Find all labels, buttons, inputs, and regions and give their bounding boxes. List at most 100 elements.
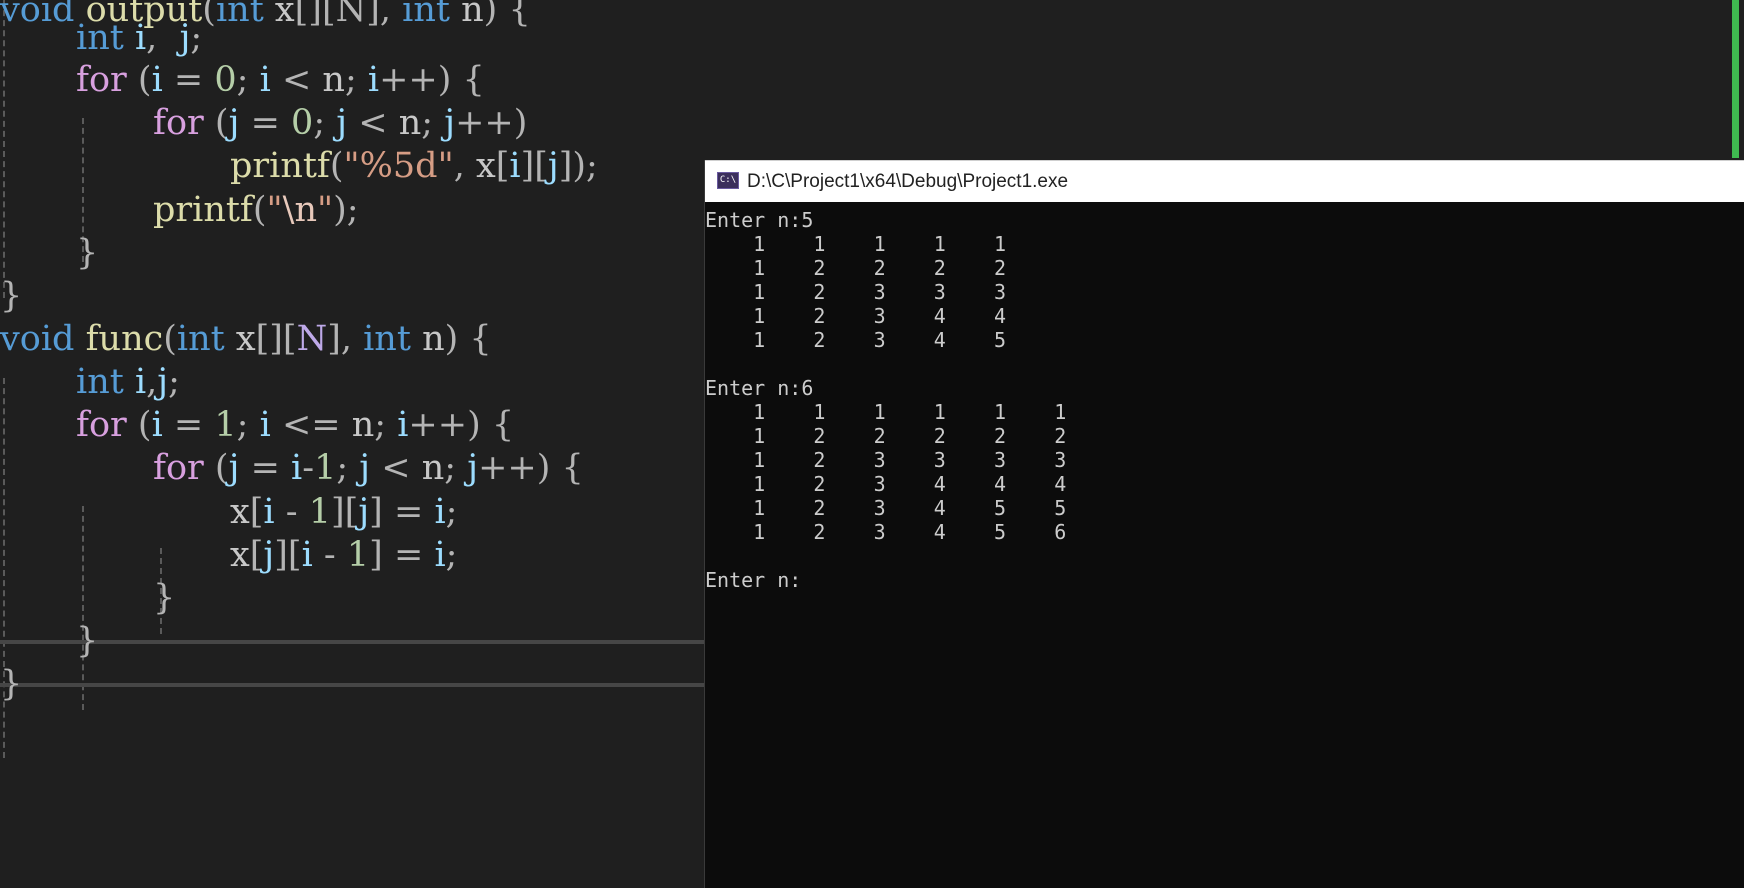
code-token: void — [0, 319, 75, 359]
code-token: ) — [444, 319, 459, 359]
code-token: i — [434, 492, 446, 532]
console-output-line: 1 2 3 3 3 — [705, 280, 1007, 304]
code-token: < — [281, 60, 312, 100]
code-token: int — [363, 319, 411, 359]
code-token: " — [317, 190, 334, 230]
console-output-line: Enter n: — [705, 568, 802, 592]
code-token: i — [434, 535, 446, 575]
code-line[interactable]: printf("%5d", x[i][j]); — [230, 142, 598, 190]
code-token: i — [134, 18, 147, 58]
code-token: int — [402, 0, 450, 30]
code-line[interactable]: for (j = i-1; j < n; j++) { — [153, 444, 584, 492]
code-line[interactable]: } — [0, 272, 22, 320]
code-token: i — [367, 60, 380, 100]
code-line[interactable]: } — [76, 229, 98, 277]
code-token: i — [509, 146, 521, 186]
code-token: j — [263, 535, 275, 575]
code-token: } — [0, 664, 23, 704]
code-line[interactable]: void func(int x[][N], int n) { — [0, 315, 492, 363]
code-token: = — [393, 535, 424, 575]
console-window-title: D:\C\Project1\x64\Debug\Project1.exe — [747, 171, 1069, 192]
code-token: [ — [249, 492, 264, 532]
code-token: ; — [336, 448, 349, 488]
code-token: N — [296, 319, 328, 359]
code-line[interactable]: } — [76, 617, 98, 665]
console-window[interactable]: C:\ D:\C\Project1\x64\Debug\Project1.exe… — [704, 160, 1744, 888]
code-token: 1 — [214, 405, 237, 445]
code-token: , — [146, 18, 158, 58]
code-token: - — [285, 492, 298, 532]
code-token: ; — [421, 103, 434, 143]
code-token: } — [0, 276, 23, 316]
console-output-line: 1 2 3 4 4 4 — [705, 472, 1067, 496]
code-token: ( — [329, 146, 344, 186]
code-line[interactable]: int i,j; — [76, 358, 180, 406]
code-token: i — [291, 448, 303, 488]
code-line[interactable]: x[j][i - 1] = i; — [230, 531, 457, 579]
console-output-line: 1 2 3 4 5 6 — [705, 520, 1067, 544]
code-token: j — [336, 103, 348, 143]
console-titlebar[interactable]: C:\ D:\C\Project1\x64\Debug\Project1.exe — [705, 160, 1744, 202]
console-output-line: Enter n:5 — [705, 208, 814, 232]
code-token: n — [322, 60, 345, 100]
code-line[interactable]: x[i - 1][j] = i; — [230, 488, 457, 536]
code-token: { — [469, 319, 492, 359]
code-token: [ — [249, 535, 264, 575]
code-token: { — [491, 405, 515, 445]
console-output-line: 1 1 1 1 1 1 — [705, 400, 1067, 424]
code-line[interactable]: int i, j; — [76, 14, 202, 62]
code-line[interactable]: for (i = 1; i <= n; i++) { — [76, 401, 514, 449]
code-token: i — [134, 362, 147, 402]
code-token: = — [250, 103, 280, 143]
code-line[interactable]: for (j = 0; j < n; j++) — [153, 99, 527, 147]
code-token: j — [467, 448, 479, 488]
code-line[interactable]: for (i = 0; i < n; i++) { — [76, 56, 485, 104]
code-token: <= — [281, 405, 341, 445]
code-line[interactable]: } — [153, 574, 175, 622]
code-token: ; — [236, 405, 249, 445]
console-output[interactable]: Enter n:5 1 1 1 1 1 1 2 2 2 2 1 2 3 3 3 … — [705, 204, 1744, 888]
console-output-line: 1 2 2 2 2 2 — [705, 424, 1067, 448]
code-token: = — [173, 405, 204, 445]
code-token: , — [146, 362, 158, 402]
code-token: for — [76, 60, 127, 100]
code-token: ); — [333, 190, 359, 230]
scrollbar-change-marker[interactable] — [1732, 0, 1739, 158]
code-token: int — [76, 362, 124, 402]
code-token: j — [359, 448, 371, 488]
code-token: ; — [445, 492, 458, 532]
code-token: j — [157, 362, 169, 402]
code-line[interactable]: } — [0, 660, 22, 708]
console-output-line: 1 1 1 1 1 — [705, 232, 1007, 256]
code-token: x — [475, 146, 496, 186]
code-token: \n — [282, 190, 317, 230]
code-token: 1 — [346, 535, 370, 575]
code-token: = — [250, 448, 280, 488]
code-token: i — [397, 405, 409, 445]
code-line[interactable]: printf("\n"); — [153, 186, 359, 234]
code-token: ][ — [520, 146, 548, 186]
code-token: ( — [163, 319, 177, 359]
code-token: x — [230, 535, 250, 575]
